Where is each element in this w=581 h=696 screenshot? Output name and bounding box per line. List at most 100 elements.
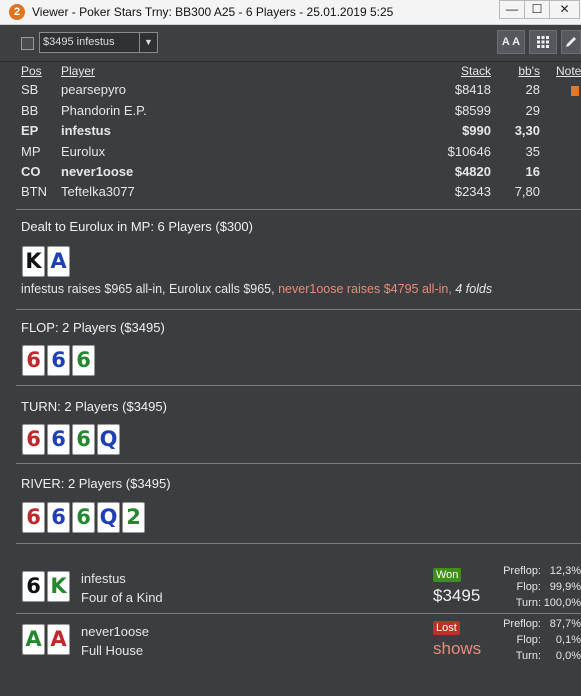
playing-card: Q — [97, 502, 120, 533]
player-select[interactable]: $3495 infestus ▼ — [39, 32, 158, 53]
chevron-down-icon[interactable]: ▼ — [139, 33, 157, 52]
pencil-icon — [566, 37, 576, 47]
bbs-cell: 7,80 — [514, 184, 540, 199]
result-player-name[interactable]: infestus — [81, 571, 126, 586]
playing-card: A — [22, 624, 45, 655]
maximize-button[interactable]: ☐ — [524, 0, 550, 19]
player-cell: infestus — [61, 123, 111, 138]
position-cell: EP — [21, 123, 39, 138]
playing-card: Q — [97, 424, 120, 455]
header-player[interactable]: Player — [61, 64, 95, 78]
section-divider — [16, 543, 581, 544]
playing-card: K — [22, 246, 45, 277]
playing-card: K — [47, 571, 70, 602]
edit-button[interactable] — [561, 30, 581, 54]
section-divider — [16, 613, 581, 614]
bbs-cell: 16 — [525, 164, 540, 179]
preflop-title: Dealt to Eurolux in MP: 6 Players ($300) — [21, 219, 253, 234]
equity-value: 100,0% — [543, 597, 581, 609]
playing-card: 6 — [72, 424, 95, 455]
bbs-cell: 28 — [525, 82, 540, 97]
section-divider — [16, 463, 581, 464]
note-flag-icon[interactable] — [571, 86, 579, 96]
playing-card: 6 — [22, 502, 45, 533]
header-stack[interactable]: Stack — [461, 64, 491, 78]
result-hand-rank: Full House — [81, 643, 144, 658]
turn-cards: 6 6 6 Q — [22, 424, 120, 455]
folds-text: 4 folds — [455, 282, 493, 296]
result-cards: 6 K — [22, 571, 70, 602]
table-row[interactable]: EP infestus $990 3,30 — [0, 121, 581, 141]
table-row[interactable]: CO never1oose $4820 16 — [0, 162, 581, 182]
section-divider — [16, 385, 581, 386]
flop-cards: 6 6 6 — [22, 345, 95, 376]
header-bbs[interactable]: bb's — [518, 64, 540, 78]
preflop-action-line: infestus raises $965 all-in, Eurolux cal… — [21, 282, 492, 296]
stack-cell: $8599 — [454, 103, 491, 118]
bbs-cell: 29 — [525, 103, 540, 118]
app-logo-icon: 2 — [9, 4, 25, 20]
window-title: Viewer - Poker Stars Trny: BB300 A25 - 6… — [32, 5, 394, 19]
playing-card: 6 — [72, 502, 95, 533]
playing-card: 6 — [22, 345, 45, 376]
equity-value: 0,1% — [555, 634, 581, 646]
equity-label: Turn: — [515, 650, 541, 662]
river-title: RIVER: 2 Players ($3495) — [21, 476, 171, 491]
title-bar: 2 Viewer - Poker Stars Trny: BB300 A25 -… — [0, 0, 581, 25]
lost-badge: Lost — [433, 621, 460, 635]
action-text: infestus raises $965 all-in, Eurolux cal… — [21, 282, 279, 296]
playing-card: 6 — [47, 502, 70, 533]
minimize-button[interactable]: — — [499, 0, 525, 19]
hole-cards: K A — [22, 246, 70, 277]
stack-cell: $10646 — [447, 144, 491, 159]
grid-icon — [537, 36, 549, 48]
playing-card: 6 — [22, 424, 45, 455]
table-row[interactable]: BB Phandorin E.P. $8599 29 — [0, 101, 581, 121]
player-select-value: $3495 infestus — [43, 36, 115, 48]
result-player-name[interactable]: never1oose — [81, 624, 149, 639]
player-cell: never1oose — [61, 164, 134, 179]
table-row[interactable]: MP Eurolux $10646 35 — [0, 142, 581, 162]
playing-card: 6 — [22, 571, 45, 602]
table-row[interactable]: SB pearsepyro $8418 28 — [0, 80, 581, 100]
position-cell: MP — [21, 144, 41, 159]
position-cell: CO — [21, 164, 41, 179]
font-size-button[interactable]: A A — [497, 30, 525, 54]
position-cell: SB — [21, 82, 39, 97]
playing-card: 6 — [47, 345, 70, 376]
table-row[interactable]: BTN Teftelka3077 $2343 7,80 — [0, 182, 581, 202]
position-cell: BB — [21, 103, 39, 118]
grid-button[interactable] — [529, 30, 557, 54]
playing-card: A — [47, 624, 70, 655]
equity-label: Preflop: — [503, 618, 541, 630]
position-cell: BTN — [21, 184, 47, 199]
flop-title: FLOP: 2 Players ($3495) — [21, 320, 165, 335]
player-cell: Teftelka3077 — [61, 184, 135, 199]
section-divider — [16, 309, 581, 310]
select-checkbox[interactable] — [21, 37, 34, 50]
won-badge: Won — [433, 568, 462, 582]
header-pos[interactable]: Pos — [21, 64, 42, 78]
equity-value: 99,9% — [549, 581, 581, 593]
equity-value: 87,7% — [549, 618, 581, 630]
player-cell: Eurolux — [61, 144, 106, 159]
equity-label: Flop: — [516, 634, 541, 646]
result-cards: A A — [22, 624, 70, 655]
result-amount: $3495 — [433, 586, 481, 605]
bbs-cell: 3,30 — [514, 123, 540, 138]
equity-label: Turn: — [515, 597, 541, 609]
header-notes[interactable]: Note — [556, 64, 581, 78]
playing-card: A — [47, 246, 70, 277]
section-divider — [16, 209, 581, 210]
close-button[interactable]: ✕ — [549, 0, 580, 19]
raise-action-text: never1oose raises $4795 all-in, — [278, 282, 456, 296]
equity-value: 12,3% — [549, 565, 581, 577]
turn-title: TURN: 2 Players ($3495) — [21, 399, 167, 414]
playing-card: 2 — [122, 502, 145, 533]
player-cell: Phandorin E.P. — [61, 103, 147, 118]
result-hand-rank: Four of a Kind — [81, 590, 163, 605]
river-cards: 6 6 6 Q 2 — [22, 502, 145, 533]
playing-card: 6 — [47, 424, 70, 455]
result-amount[interactable]: shows — [433, 639, 481, 659]
equity-value: 0,0% — [555, 650, 581, 662]
